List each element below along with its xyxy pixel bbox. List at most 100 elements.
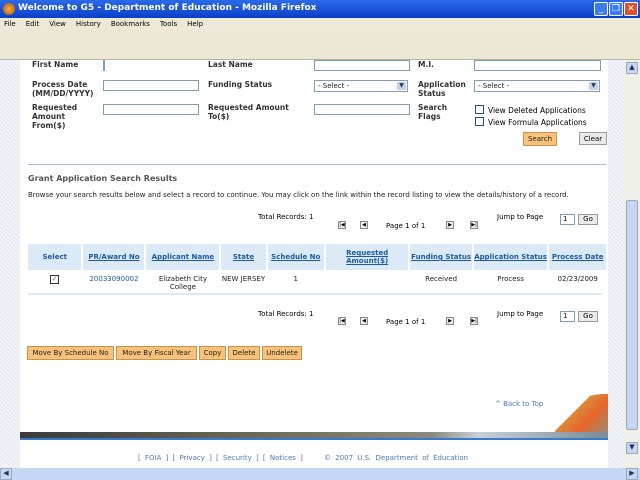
view-formula-checkbox[interactable] [475,117,484,126]
page-background [0,60,20,468]
privacy-link[interactable]: Privacy [180,454,205,462]
foia-link[interactable]: FOIA [145,454,161,462]
vertical-scrollbar[interactable]: ▲ ▼ [624,60,640,468]
results-instructions: Browse your search results below and sel… [28,191,569,199]
search-flags-label: Search Flags [418,103,448,121]
jump-input[interactable]: 1 [560,311,575,322]
col-amount[interactable]: Requested Amount($) [325,244,409,270]
security-link[interactable]: Security [223,454,252,462]
close-button[interactable]: ✕ [624,2,638,16]
menu-edit[interactable]: Edit [26,20,40,28]
first-name-label: First Name [32,60,79,69]
application-status-label: Application Status [418,80,466,98]
move-by-fiscal-year-button[interactable]: Move By Fiscal Year [116,346,197,360]
clear-button[interactable]: Clear [579,132,607,145]
window-title: Welcome to G5 - Department of Education … [18,3,317,13]
applicant-name: Elizabeth City College [158,275,207,291]
results-table: Select PR/Award No Applicant Name State … [26,244,608,300]
jump-input[interactable]: 1 [560,214,575,225]
menu-file[interactable]: File [4,20,16,28]
scroll-up-icon[interactable]: ▲ [626,62,638,74]
total-records: Total Records: 1 [258,310,314,318]
process-date: 02/23/2009 [557,275,598,283]
col-award[interactable]: PR/Award No [83,244,145,270]
jump-label: Jump to Page [497,310,544,318]
footer-banner [20,432,608,440]
menu-bookmarks[interactable]: Bookmarks [111,20,150,28]
col-schedule[interactable]: Schedule No [267,244,324,270]
requested-amount [326,270,409,300]
menu-history[interactable]: History [76,20,101,28]
next-page-icon[interactable]: ▶ [446,221,454,229]
row-select-checkbox[interactable]: ✓ [50,275,60,284]
page-indicator: Page 1 of 1 [386,222,426,230]
first-name-input[interactable] [103,60,105,71]
go-button[interactable]: Go [578,214,598,225]
horizontal-scrollbar[interactable]: ◀ ▶ [0,468,640,480]
col-applicant[interactable]: Applicant Name [146,244,220,270]
last-page-icon[interactable]: ▶| [470,317,478,325]
page-background [608,60,624,468]
mi-input[interactable] [474,60,601,71]
divider [28,164,606,165]
last-page-icon[interactable]: ▶| [470,221,478,229]
title-bar: Welcome to G5 - Department of Education … [0,0,640,18]
classroom-image [555,394,608,432]
jump-label: Jump to Page [497,213,544,221]
prev-page-icon[interactable]: ◀ [360,317,368,325]
scroll-thumb[interactable] [626,200,638,430]
back-to-top-link[interactable]: ^ Back to Top [495,400,543,408]
last-name-label: Last Name [208,60,253,69]
undelete-button[interactable]: Undelete [262,346,302,360]
funding-status-label: Funding Status [208,80,273,89]
view-deleted-checkbox[interactable] [475,105,484,114]
col-select: Select [28,244,82,270]
application-status-select[interactable]: - Select - ▼ [474,80,600,92]
col-status[interactable]: Application Status [473,244,548,270]
first-page-icon[interactable]: |◀ [338,221,346,229]
col-state[interactable]: State [221,244,266,270]
copyright: © 2007 U.S. Department of Education [324,454,468,462]
funding-status: Received [425,275,458,283]
table-bottom-border [28,293,602,295]
next-page-icon[interactable]: ▶ [446,317,454,325]
first-page-icon[interactable]: |◀ [338,317,346,325]
go-button[interactable]: Go [578,311,598,322]
requested-from-input[interactable] [103,104,199,115]
menu-bar: File Edit View History Bookmarks Tools Help [0,18,640,30]
total-records: Total Records: 1 [258,213,314,221]
menu-help[interactable]: Help [187,20,203,28]
view-deleted-label: View Deleted Applications [488,106,586,115]
scroll-left-icon[interactable]: ◀ [0,468,12,480]
page-content: First Name Last Name M.I. Process Date (… [20,60,608,468]
scroll-right-icon[interactable]: ▶ [626,468,638,480]
move-by-schedule-button[interactable]: Move By Schedule No [27,346,114,360]
toolbar [0,30,640,60]
col-funding[interactable]: Funding Status [410,244,472,270]
menu-view[interactable]: View [49,20,66,28]
table-row: ✓ 20033090002 Elizabeth City College NEW… [28,270,606,300]
funding-select-value: - Select - [318,82,350,90]
state: NEW JERSEY [221,275,266,283]
notices-link[interactable]: Notices [270,454,296,462]
requested-to-label: Requested Amount To($) [208,103,289,121]
col-date[interactable]: Process Date [549,244,606,270]
results-title: Grant Application Search Results [28,174,178,183]
process-date-input[interactable] [103,80,199,91]
delete-button[interactable]: Delete [228,346,260,360]
copy-button[interactable]: Copy [199,346,226,360]
page-indicator: Page 1 of 1 [386,318,426,326]
minimize-button[interactable]: _ [594,2,608,16]
funding-status-select[interactable]: - Select - ▼ [314,80,408,92]
menu-tools[interactable]: Tools [160,20,177,28]
restore-button[interactable]: ❐ [609,2,623,16]
schedule-no: 1 [293,275,298,283]
scroll-down-icon[interactable]: ▼ [626,442,638,454]
search-button[interactable]: Search [523,132,557,146]
award-link[interactable]: 20033090002 [89,275,138,283]
last-name-input[interactable] [314,60,410,71]
application-select-value: - Select - [478,82,510,90]
firefox-icon [3,3,15,15]
prev-page-icon[interactable]: ◀ [360,221,368,229]
requested-to-input[interactable] [314,104,410,115]
